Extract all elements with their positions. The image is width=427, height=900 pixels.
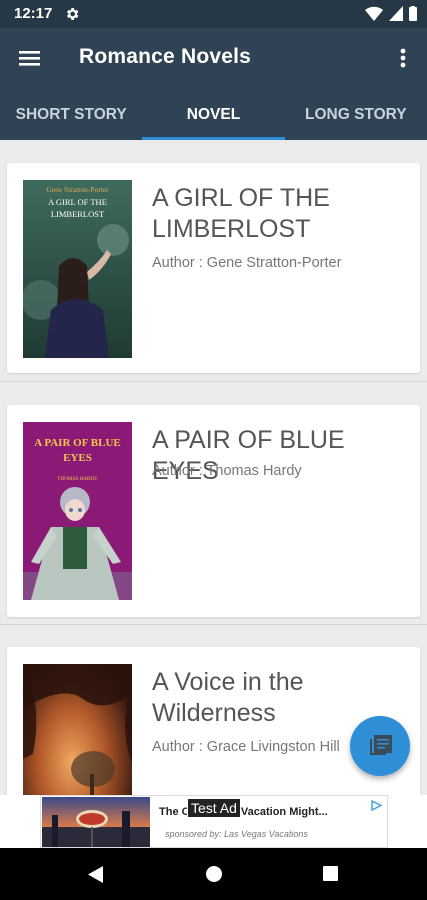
tab-short-story[interactable]: SHORT STORY (0, 88, 142, 140)
book-author: Author : Gene Stratton-Porter (152, 255, 342, 271)
app-bar: Romance Novels (0, 28, 427, 88)
book-card[interactable]: A Voice in the Wilderness Author : Grace… (7, 647, 420, 795)
tab-novel[interactable]: NOVEL (142, 88, 285, 140)
app-title: Romance Novels (79, 45, 252, 68)
menu-button[interactable] (14, 42, 46, 74)
ad-headline: The Ot... Vegas Vacation Might... (159, 806, 328, 818)
cover-title-text: A GIRL OF THE LIMBERLOST (48, 197, 107, 219)
battery-icon (409, 6, 417, 21)
wifi-icon (365, 6, 383, 21)
book-card[interactable]: A PAIR OF BLUE EYES THOMAS HARDY A PAIR … (7, 405, 420, 617)
signal-icon (389, 6, 403, 21)
ad-choices-icon[interactable] (371, 800, 382, 811)
ad-area: The Ot... Vegas Vacation Might... sponso… (0, 795, 427, 848)
home-icon[interactable] (206, 866, 222, 882)
recents-icon[interactable] (323, 866, 338, 881)
ad-image (42, 797, 150, 847)
book-list[interactable]: Gene Stratton-Porter A GIRL OF THE LIMBE… (0, 140, 427, 795)
hamburger-menu-icon (19, 51, 40, 66)
cover-title-text: A PAIR OF BLUE EYES (34, 437, 121, 464)
system-nav-bar (0, 848, 427, 900)
status-icons (365, 6, 417, 21)
ad-banner[interactable]: The Ot... Vegas Vacation Might... sponso… (40, 795, 388, 848)
status-bar: 12:17 (0, 0, 427, 28)
library-book-icon (370, 735, 392, 755)
library-fab-button[interactable] (350, 716, 410, 776)
cover-author-text: Gene Stratton-Porter (46, 185, 109, 194)
book-author: Author : Thomas Hardy (152, 463, 302, 479)
test-ad-badge: Test Ad (187, 798, 241, 818)
book-title: A GIRL OF THE LIMBERLOST (152, 184, 330, 243)
tab-bar: SHORT STORY NOVEL LONG STORY (0, 88, 427, 140)
list-divider (0, 381, 427, 382)
back-icon[interactable] (88, 866, 104, 883)
status-time: 12:17 (14, 5, 53, 22)
ad-sponsor: sponsored by: Las Vegas Vacations (165, 829, 308, 839)
book-author: Author : Grace Livingston Hill (152, 739, 340, 755)
book-cover: Gene Stratton-Porter A GIRL OF THE LIMBE… (23, 180, 132, 358)
settings-gear-icon (67, 8, 79, 20)
more-vert-icon (400, 48, 406, 68)
book-card[interactable]: Gene Stratton-Porter A GIRL OF THE LIMBE… (7, 163, 420, 373)
book-cover: A PAIR OF BLUE EYES THOMAS HARDY (23, 422, 132, 600)
more-options-button[interactable] (391, 42, 415, 74)
tab-long-story[interactable]: LONG STORY (285, 88, 427, 140)
list-divider (0, 624, 427, 625)
book-cover (23, 664, 132, 795)
cover-author-text: THOMAS HARDY (57, 477, 98, 482)
